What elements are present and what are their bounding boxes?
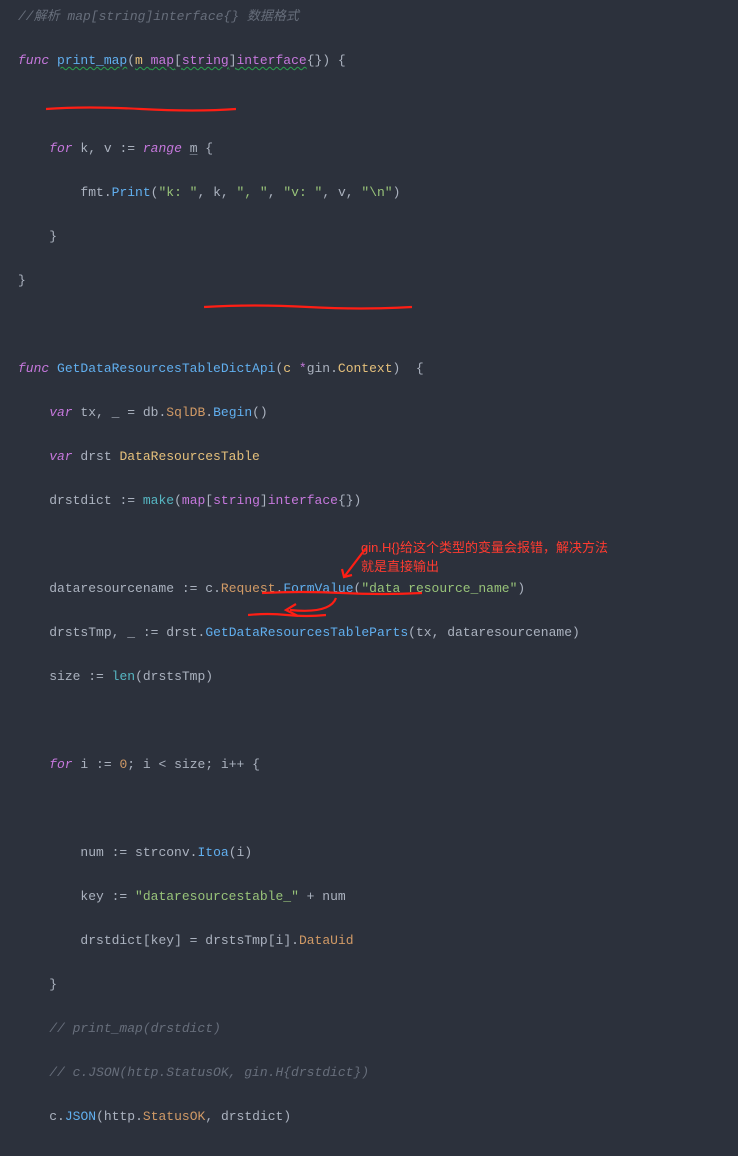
code-line: func GetDataResourcesTableDictApi(c *gin… bbox=[18, 358, 738, 380]
code-line: drstsTmp, _ := drst.GetDataResourcesTabl… bbox=[18, 622, 738, 644]
code-line: for k, v := range m { bbox=[18, 138, 738, 160]
code-line: //解析 map[string]interface{} 数据格式 bbox=[18, 6, 738, 28]
code-line: var tx, _ = db.SqlDB.Begin() bbox=[18, 402, 738, 424]
code-line: num := strconv.Itoa(i) bbox=[18, 842, 738, 864]
code-line bbox=[18, 94, 738, 116]
code-line: var drst DataResourcesTable bbox=[18, 446, 738, 468]
code-line bbox=[18, 710, 738, 732]
code-line: c.JSON(http.StatusOK, drstdict) bbox=[18, 1106, 738, 1128]
code-line: drstdict := make(map[string]interface{}) bbox=[18, 490, 738, 512]
code-line: func print_map(m map[string]interface{})… bbox=[18, 50, 738, 72]
code-line: size := len(drstsTmp) bbox=[18, 666, 738, 688]
code-line bbox=[18, 314, 738, 336]
code-line bbox=[18, 798, 738, 820]
code-line bbox=[18, 534, 738, 556]
code-line: // print_map(drstdict) bbox=[18, 1018, 738, 1040]
code-line: drstdict[key] = drstsTmp[i].DataUid bbox=[18, 930, 738, 952]
comment: //解析 map[string]interface{} 数据格式 bbox=[18, 9, 299, 24]
code-line: key := "dataresourcestable_" + num bbox=[18, 886, 738, 908]
code-line: } bbox=[18, 270, 738, 292]
code-line: fmt.Print("k: ", k, ", ", "v: ", v, "\n"… bbox=[18, 182, 738, 204]
code-line: // c.JSON(http.StatusOK, gin.H{drstdict}… bbox=[18, 1062, 738, 1084]
code-line: dataresourcename := c.Request.FormValue(… bbox=[18, 578, 738, 600]
code-block: //解析 map[string]interface{} 数据格式 func pr… bbox=[0, 0, 738, 1156]
code-line: } bbox=[18, 974, 738, 996]
code-line: } bbox=[18, 226, 738, 248]
code-line: for i := 0; i < size; i++ { bbox=[18, 754, 738, 776]
